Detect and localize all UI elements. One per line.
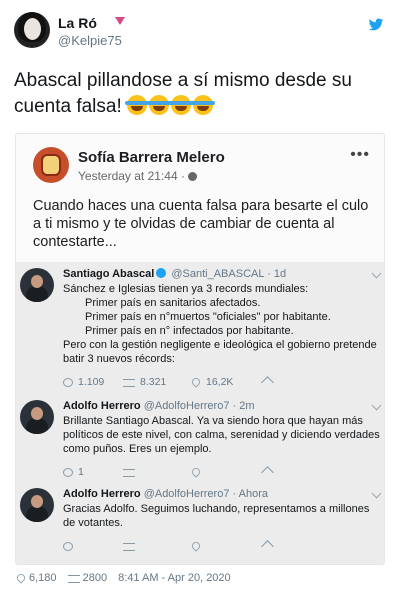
tweet-stats: 6,180 2800 8:41 AM - Apr 20, 2020 <box>15 572 239 584</box>
heart-icon <box>15 572 27 584</box>
thread-time: · Ahora <box>232 488 268 500</box>
thread-text: Sánchez e Iglesias tienen ya 3 records m… <box>63 282 381 366</box>
share-icon <box>261 540 277 553</box>
thread-name: Adolfo Herrero <box>63 488 141 500</box>
thread-avatar <box>20 268 54 302</box>
retweet-icon <box>123 540 140 552</box>
thread-line: Primer país en n°muertos "oficiales" por… <box>85 311 331 323</box>
joy-emoji-icon <box>147 95 172 115</box>
joy-emoji-icon <box>191 95 216 115</box>
thread-line: Primer país en sanitarios afectados. <box>85 297 261 309</box>
thread-name: Adolfo Herrero <box>63 400 141 412</box>
twitter-bird-icon[interactable] <box>368 18 384 32</box>
fb-post-text: Cuando haces una cuenta falsa para besar… <box>33 198 369 250</box>
heart-icon <box>190 376 202 388</box>
fb-post-time: Yesterday at 21:44 · <box>78 169 197 183</box>
like-count: 6,180 <box>29 572 57 584</box>
share-icon <box>261 376 277 389</box>
reply-icon <box>63 540 78 552</box>
thread-header: Adolfo Herrero @AdolfoHerrero7 · 2m <box>63 400 255 412</box>
reply-icon <box>63 468 73 477</box>
retweet-icon <box>123 379 135 387</box>
heart-icon <box>190 466 206 478</box>
chevron-down-icon <box>371 400 382 411</box>
attached-image[interactable]: Sofía Barrera Melero Yesterday at 21:44 … <box>15 133 385 565</box>
heart-icon <box>190 540 206 552</box>
verified-badge-icon <box>156 268 167 278</box>
thread-actions <box>63 540 363 554</box>
fb-author-avatar <box>33 147 69 183</box>
author-avatar[interactable] <box>14 12 50 48</box>
thread-time: · 1d <box>267 268 287 280</box>
fb-more-icon: ••• <box>350 146 370 163</box>
globe-icon <box>187 172 197 181</box>
thread-time: · 2m <box>232 400 255 412</box>
thread-handle: @AdolfoHerrero7 <box>143 400 230 412</box>
joy-emoji-icon <box>125 95 150 115</box>
tweet-text: Abascal pillandose a sí mismo desde su c… <box>14 68 386 120</box>
retweet-icon <box>67 575 80 583</box>
reply-icon <box>63 378 73 387</box>
thread-avatar <box>20 488 54 522</box>
chevron-down-icon <box>371 488 382 499</box>
pink-heart-icon <box>115 17 125 25</box>
thread-actions: 1.109 8.321 16,2K <box>63 376 363 390</box>
joy-emoji-icon <box>169 95 194 115</box>
like-button[interactable]: 6,180 <box>15 572 57 584</box>
author-handle[interactable]: @Kelpie75 <box>58 33 122 48</box>
retweet-count: 8.321 <box>123 376 166 388</box>
thread-line: Sánchez e Iglesias tienen ya 3 records m… <box>63 283 309 295</box>
thread-text: Brillante Santiago Abascal. Ya va siendo… <box>63 415 380 455</box>
share-icon <box>261 466 277 479</box>
thread-handle: @AdolfoHerrero7 <box>143 488 230 500</box>
thread-header: Santiago Abascal @Santi_ABASCAL · 1d <box>63 268 286 280</box>
thread-name: Santiago Abascal <box>63 268 155 280</box>
thread-line: Primer país en n° infectados por habitan… <box>85 325 294 337</box>
like-count: 16,2K <box>190 376 233 388</box>
thread-header: Adolfo Herrero @AdolfoHerrero7 · Ahora <box>63 488 268 500</box>
retweet-button[interactable]: 2800 <box>67 572 108 584</box>
retweet-count: 2800 <box>82 572 108 584</box>
thread-actions: 1 <box>63 466 363 480</box>
avatar-face <box>24 18 41 40</box>
tweet-timestamp[interactable]: 8:41 AM - Apr 20, 2020 <box>118 572 231 584</box>
crest-icon <box>41 154 61 176</box>
reply-count: 1.109 <box>63 376 104 388</box>
thread-line: Pero con la gestión negligente e ideológ… <box>63 339 377 365</box>
fb-author-name: Sofía Barrera Melero <box>78 149 225 166</box>
thread-avatar <box>20 400 54 434</box>
thread-text: Gracias Adolfo. Seguimos luchando, repre… <box>63 503 370 529</box>
tweet-header: La Ró @Kelpie75 <box>14 12 386 52</box>
reply-count: 1 <box>63 466 84 478</box>
embedded-thread: Santiago Abascal @Santi_ABASCAL · 1d Sán… <box>16 262 384 564</box>
chevron-down-icon <box>371 268 382 279</box>
fb-post-time-text: Yesterday at 21:44 · <box>78 169 185 183</box>
thread-handle: @Santi_ABASCAL <box>171 268 265 280</box>
author-display-name[interactable]: La Ró <box>58 15 97 31</box>
retweet-icon <box>123 466 140 478</box>
